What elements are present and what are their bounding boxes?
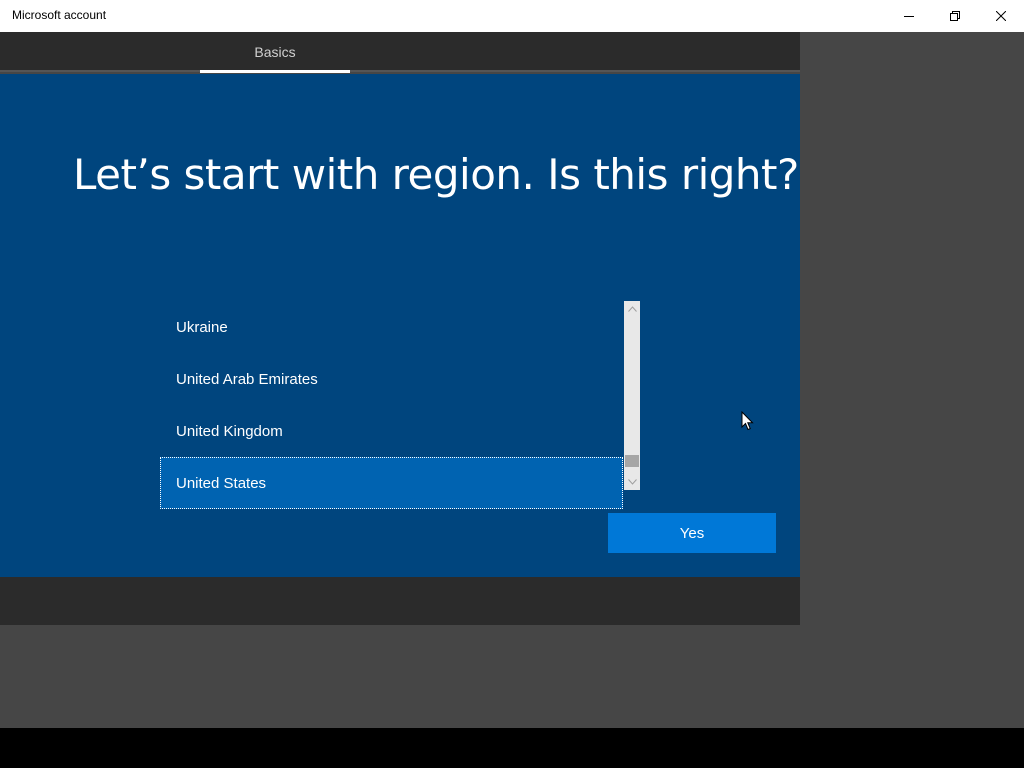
setup-window: Basics Let’s start with region. Is this … <box>0 32 800 625</box>
restore-button[interactable] <box>932 0 978 32</box>
list-scrollbar[interactable] <box>624 301 640 490</box>
window-titlebar: Microsoft account <box>0 0 1024 32</box>
list-item-united-arab-emirates[interactable]: United Arab Emirates <box>160 353 623 405</box>
region-listbox[interactable]: Ukraine United Arab Emirates United King… <box>160 301 640 509</box>
yes-button[interactable]: Yes <box>608 513 776 553</box>
list-item-united-states[interactable]: United States <box>160 457 623 509</box>
setup-footer <box>0 577 800 625</box>
active-tab-indicator <box>200 70 350 73</box>
list-item-ukraine[interactable]: Ukraine <box>160 301 623 353</box>
close-icon <box>996 11 1006 21</box>
page-title: Let’s start with region. Is this right? <box>73 150 799 199</box>
restore-icon <box>950 11 960 21</box>
minimize-button[interactable] <box>886 0 932 32</box>
list-item-united-kingdom[interactable]: United Kingdom <box>160 405 623 457</box>
progress-tabbar: Basics <box>0 32 800 73</box>
scroll-down-button[interactable] <box>624 475 640 489</box>
minimize-icon <box>904 16 914 17</box>
mouse-cursor-icon <box>741 411 754 431</box>
close-button[interactable] <box>978 0 1024 32</box>
scroll-up-button[interactable] <box>624 302 640 316</box>
chevron-down-icon <box>627 479 637 485</box>
scrollbar-thumb[interactable] <box>625 455 639 467</box>
bottom-strip <box>0 728 1024 768</box>
window-title: Microsoft account <box>12 8 107 22</box>
tab-basics[interactable]: Basics <box>200 32 350 72</box>
chevron-up-icon <box>627 306 637 312</box>
region-panel: Let’s start with region. Is this right? … <box>0 74 800 577</box>
